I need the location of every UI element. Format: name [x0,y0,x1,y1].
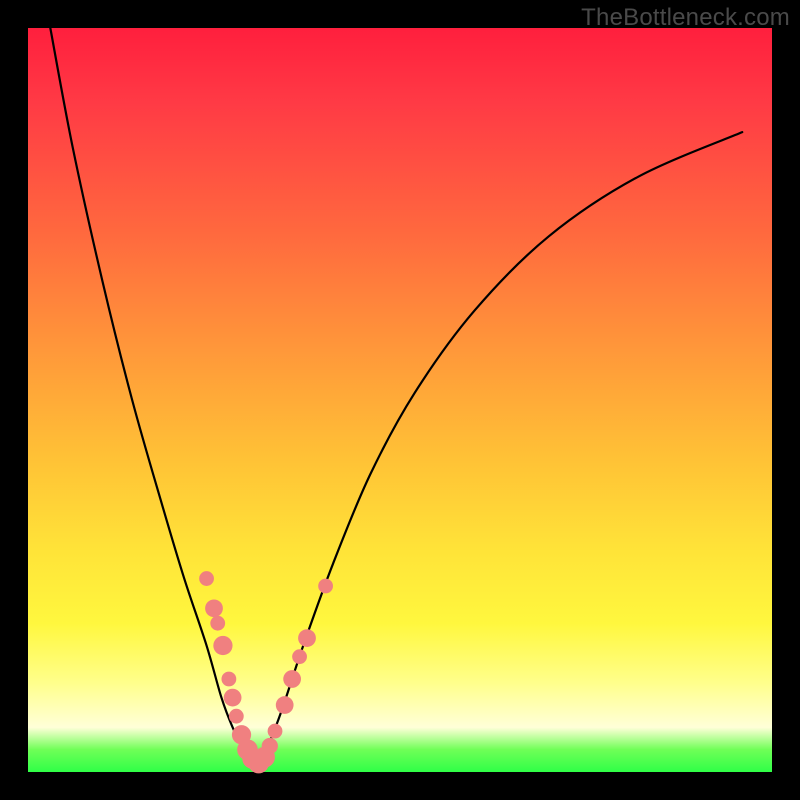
plot-area [28,28,772,772]
data-marker [199,571,214,586]
data-marker [298,629,316,647]
bottleneck-curve [50,28,742,765]
data-marker [221,672,236,687]
data-marker [205,599,223,617]
marker-group [199,571,333,773]
data-marker [276,696,294,714]
chart-frame: TheBottleneck.com [0,0,800,800]
data-marker [210,616,225,631]
data-marker [262,738,278,754]
data-marker [318,579,333,594]
data-marker [213,636,232,655]
data-marker [292,649,307,664]
data-marker [283,670,301,688]
data-marker [229,709,244,724]
data-marker [224,689,242,707]
data-marker [268,724,283,739]
curve-layer [28,28,772,772]
